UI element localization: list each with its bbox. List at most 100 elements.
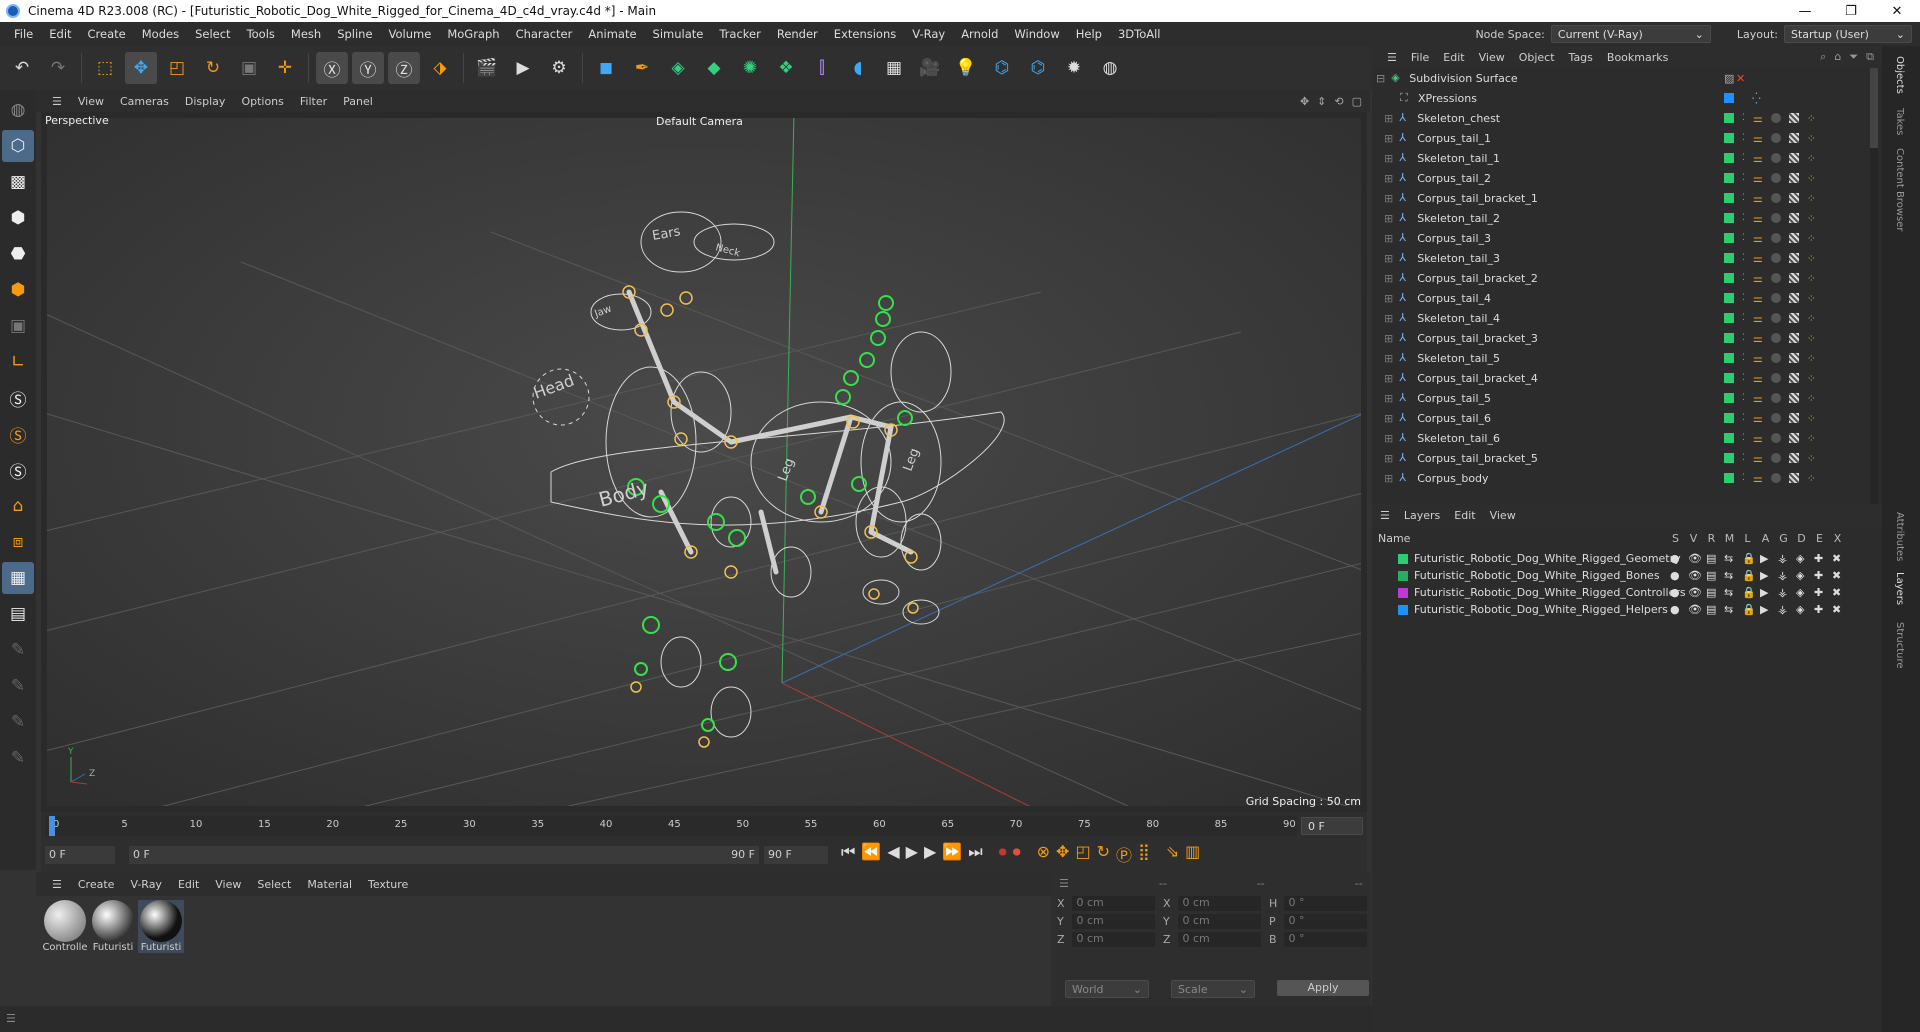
generators-toggle-icon[interactable]: ⚶ bbox=[1778, 603, 1789, 616]
weight-tag-icon[interactable]: ⁘ bbox=[1807, 272, 1816, 285]
layer-color-swatch[interactable] bbox=[1724, 373, 1734, 383]
camera-name[interactable]: Default Camera bbox=[656, 115, 743, 128]
collapse-icon[interactable]: ⊟ bbox=[1376, 72, 1385, 85]
expand-icon[interactable]: ⊞ bbox=[1384, 332, 1393, 345]
texture-tag-icon[interactable] bbox=[1788, 273, 1799, 283]
visibility-dots-icon[interactable]: ⁚ bbox=[1742, 333, 1745, 343]
expand-icon[interactable]: ⊞ bbox=[1384, 132, 1393, 145]
texture-tag-icon[interactable] bbox=[1788, 373, 1799, 383]
visibility-dots-icon[interactable]: ⁚ bbox=[1742, 113, 1745, 123]
viewport-menu-panel[interactable]: Panel bbox=[335, 95, 381, 108]
frame-range-slider[interactable]: 0 F 90 F bbox=[129, 846, 759, 864]
smooth-tool-button[interactable]: ✎ bbox=[2, 706, 34, 738]
ik-tag-icon[interactable]: ⚌ bbox=[1753, 132, 1763, 145]
layer-color-swatch[interactable] bbox=[1724, 353, 1734, 363]
expand-icon[interactable]: ⊞ bbox=[1384, 432, 1393, 445]
texture-tag-icon[interactable] bbox=[1788, 253, 1799, 263]
tab-layers[interactable]: Layers bbox=[1894, 566, 1905, 611]
weight-tag-icon[interactable]: ⁘ bbox=[1807, 132, 1816, 145]
expand-icon[interactable]: ⊞ bbox=[1384, 192, 1393, 205]
expand-icon[interactable]: ⊞ bbox=[1384, 172, 1393, 185]
texture-tag-icon[interactable] bbox=[1788, 353, 1799, 363]
toggle-layout-icon[interactable]: ▢ bbox=[1352, 95, 1362, 108]
material-tag-icon[interactable] bbox=[1770, 193, 1781, 203]
material-tag-icon[interactable] bbox=[1770, 453, 1781, 463]
move-tool-button[interactable]: ✥ bbox=[125, 52, 157, 84]
next-frame-icon[interactable]: ▶ bbox=[924, 842, 936, 866]
menu-window[interactable]: Window bbox=[1006, 27, 1067, 41]
layer-color-swatch[interactable] bbox=[1398, 553, 1408, 564]
layer-color-swatch[interactable] bbox=[1724, 433, 1734, 443]
weight-tag-icon[interactable]: ⁘ bbox=[1807, 172, 1816, 185]
material-tag-icon[interactable] bbox=[1770, 393, 1781, 403]
go-to-start-icon[interactable]: ⏮ bbox=[841, 842, 855, 866]
weight-tag-icon[interactable]: ⁘ bbox=[1807, 232, 1816, 245]
viewport-menu-display[interactable]: Display bbox=[177, 95, 234, 108]
layout-dropdown[interactable]: Startup (User) ⌄ bbox=[1784, 25, 1912, 43]
coords-value-field[interactable]: 0 cm bbox=[1072, 913, 1155, 929]
object-row[interactable]: ⊞ ⅄ Corpus_tail_3 ⁚ ⚌ ⁘ bbox=[1372, 228, 1882, 248]
xpresso-tag-icon[interactable]: ⁛ bbox=[1752, 92, 1761, 105]
texture-tag-icon[interactable] bbox=[1788, 313, 1799, 323]
python-generator-button[interactable]: ⌬ bbox=[1022, 52, 1054, 84]
ik-tag-icon[interactable]: ⚌ bbox=[1753, 432, 1763, 445]
object-row[interactable]: ⊞ ⅄ Skeleton_tail_6 ⁚ ⚌ ⁘ bbox=[1372, 428, 1882, 448]
object-row[interactable]: ⊞ ⅄ Corpus_tail_2 ⁚ ⚌ ⁘ bbox=[1372, 168, 1882, 188]
layer-color-swatch[interactable] bbox=[1724, 473, 1734, 483]
expand-icon[interactable]: ⊞ bbox=[1384, 112, 1393, 125]
floor-object-button[interactable]: ▦ bbox=[878, 52, 910, 84]
visibility-dots-icon[interactable]: ⁚ bbox=[1742, 433, 1745, 443]
ik-tag-icon[interactable]: ⚌ bbox=[1753, 372, 1763, 385]
object-row[interactable]: ⊞ ⅄ Skeleton_tail_4 ⁚ ⚌ ⁘ bbox=[1372, 308, 1882, 328]
vray-vfb-button[interactable]: ◍ bbox=[1094, 52, 1126, 84]
key-position-icon[interactable]: ✥ bbox=[1056, 842, 1069, 866]
material-menu-create[interactable]: Create bbox=[70, 878, 123, 891]
weight-tag-icon[interactable]: ⁘ bbox=[1807, 372, 1816, 385]
animation-toggle-icon[interactable]: ▶ bbox=[1760, 552, 1771, 565]
camera-object-button[interactable]: 🎥 bbox=[914, 52, 946, 84]
weight-tag-icon[interactable]: ⁘ bbox=[1807, 452, 1816, 465]
menu-character[interactable]: Character bbox=[508, 27, 581, 41]
solo-toggle-icon[interactable]: ● bbox=[1670, 569, 1681, 582]
layer-color-swatch[interactable] bbox=[1724, 313, 1734, 323]
material-tag-icon[interactable] bbox=[1770, 433, 1781, 443]
expand-icon[interactable]: ⊞ bbox=[1384, 152, 1393, 165]
object-row[interactable]: ⊞ ⅄ Corpus_body ⁚ ⚌ ⁘ bbox=[1372, 468, 1882, 488]
ik-tag-icon[interactable]: ⚌ bbox=[1753, 412, 1763, 425]
previous-frame-icon[interactable]: ◀ bbox=[887, 842, 899, 866]
visibility-dots-icon[interactable]: ⁚ bbox=[1742, 153, 1745, 163]
transform-tool-button[interactable]: ✛ bbox=[269, 52, 301, 84]
expressions-toggle-icon[interactable]: ✚ bbox=[1814, 603, 1825, 616]
ik-tag-icon[interactable]: ⚌ bbox=[1753, 192, 1763, 205]
motion-mode-icon[interactable]: ⇘ bbox=[1166, 842, 1179, 866]
start-frame-field[interactable]: 0 F bbox=[45, 846, 115, 864]
visibility-dots-icon[interactable]: ⁚ bbox=[1742, 313, 1745, 323]
render-toggle-icon[interactable]: ✕ bbox=[1736, 72, 1745, 85]
close-button[interactable]: ✕ bbox=[1874, 4, 1920, 19]
texture-tag-icon[interactable] bbox=[1788, 293, 1799, 303]
tab-takes[interactable]: Takes bbox=[1894, 102, 1905, 141]
lock-toggle-icon[interactable]: 🔒 bbox=[1742, 586, 1756, 599]
weight-tag-icon[interactable]: ⁘ bbox=[1807, 432, 1816, 445]
object-row[interactable]: ⊞ ⅄ Corpus_tail_5 ⁚ ⚌ ⁘ bbox=[1372, 388, 1882, 408]
visibility-dots-icon[interactable]: ⁚ bbox=[1742, 193, 1745, 203]
tab-objects[interactable]: Objects bbox=[1894, 50, 1905, 100]
material-menu-view[interactable]: View bbox=[207, 878, 249, 891]
maximize-button[interactable]: ❐ bbox=[1828, 4, 1874, 19]
layer-menu-edit[interactable]: Edit bbox=[1454, 509, 1475, 522]
redo-button[interactable]: ↷ bbox=[42, 52, 74, 84]
ik-tag-icon[interactable]: ⚌ bbox=[1753, 252, 1763, 265]
visibility-dots-icon[interactable]: ⁚ bbox=[1742, 473, 1745, 483]
coords-value-field[interactable]: 0 ° bbox=[1284, 895, 1367, 911]
layer-row[interactable]: Futuristic_Robotic_Dog_White_Rigged_Geom… bbox=[1372, 550, 1882, 567]
object-row[interactable]: ⊞ ⅄ Skeleton_tail_5 ⁚ ⚌ ⁘ bbox=[1372, 348, 1882, 368]
coords-value-field[interactable]: 0 ° bbox=[1284, 931, 1367, 947]
layer-menu-view[interactable]: View bbox=[1490, 509, 1516, 522]
render-toggle-icon[interactable]: ▤ bbox=[1706, 603, 1717, 616]
edit-toggle-icon[interactable]: ▨ bbox=[1724, 72, 1734, 85]
layer-color-swatch[interactable] bbox=[1724, 173, 1734, 183]
object-row[interactable]: ⊞ ⅄ Skeleton_tail_1 ⁚ ⚌ ⁘ bbox=[1372, 148, 1882, 168]
subdivision-surface-button[interactable]: ◈ bbox=[662, 52, 694, 84]
xrefs-toggle-icon[interactable]: ✖ bbox=[1832, 552, 1843, 565]
texture-tag-icon[interactable] bbox=[1788, 113, 1799, 123]
